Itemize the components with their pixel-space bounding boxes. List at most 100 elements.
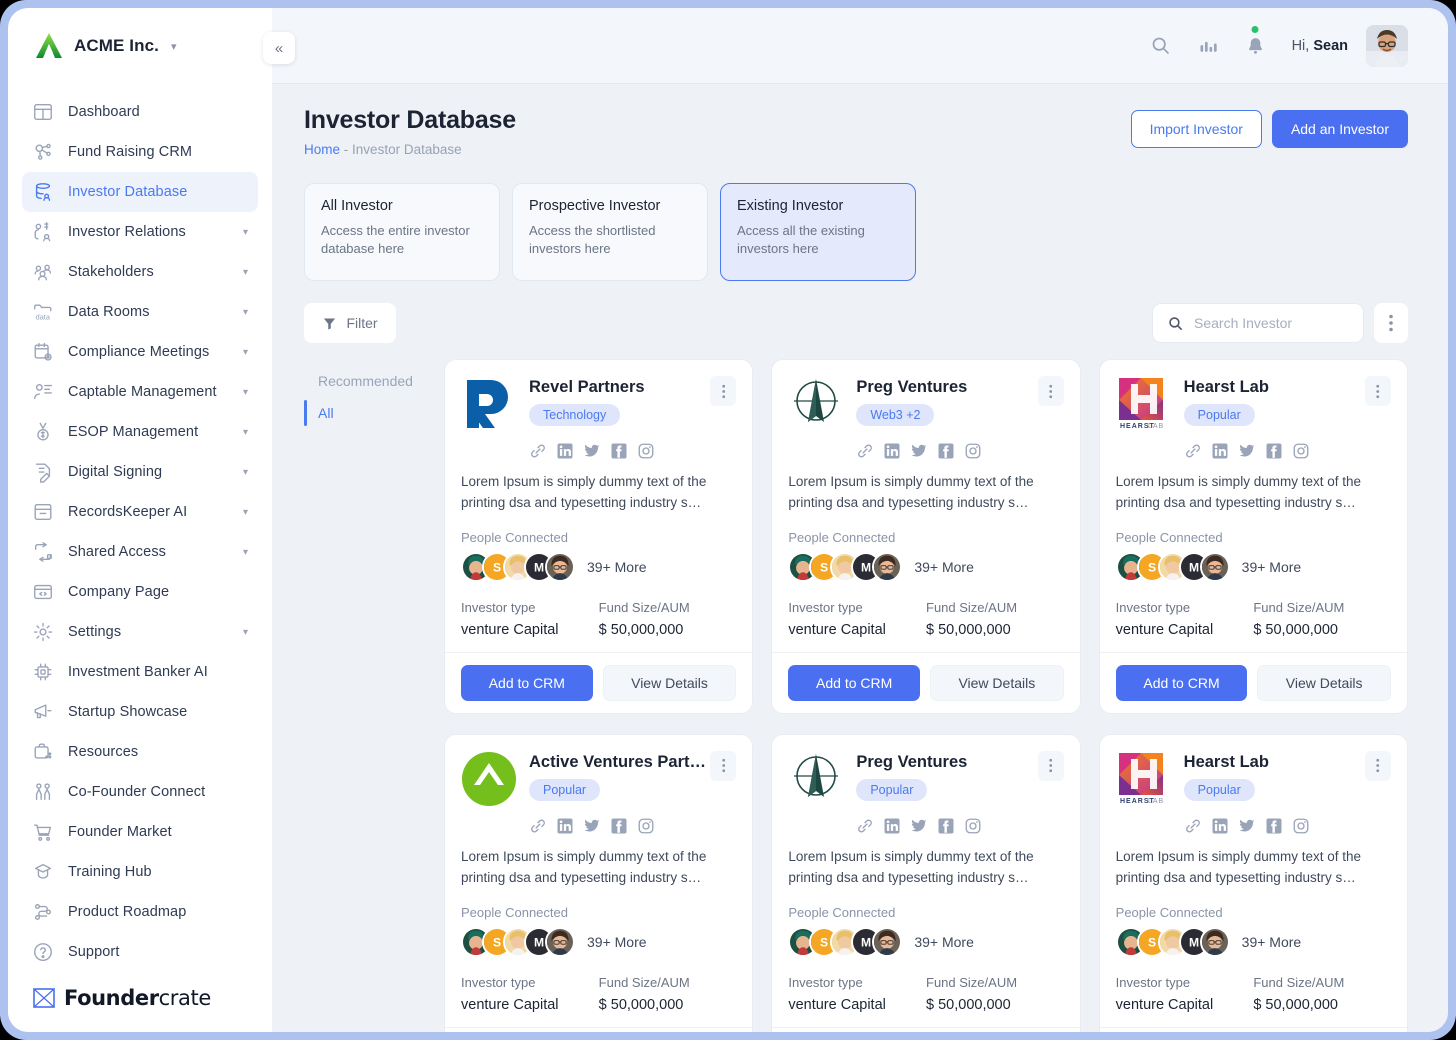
link-icon[interactable] [529,442,547,460]
instagram-icon[interactable] [964,442,982,460]
add-to-crm-button[interactable]: Add to CRM [1115,664,1248,701]
investor-card-more-button[interactable] [1365,750,1391,781]
twitter-icon[interactable] [583,817,601,835]
facebook-icon[interactable] [937,817,955,835]
investor-card-more-button[interactable] [1037,750,1064,781]
side-filter-recommended[interactable]: Recommended [304,365,444,397]
sidebar-collapse-button[interactable]: « [263,32,295,64]
view-details-button[interactable]: View Details [602,664,737,701]
investor-card-more-button[interactable] [1365,376,1391,406]
chevron-down-icon[interactable]: ▾ [243,467,248,478]
sidebar-item-company-page[interactable]: Company Page [22,572,258,612]
twitter-icon[interactable] [1238,442,1256,460]
segment-card-all-investor[interactable]: All Investor Access the entire investor d… [304,183,500,281]
chevron-down-icon[interactable]: ▾ [243,347,248,358]
sidebar-item-esop-management[interactable]: ESOP Management ▾ [22,412,258,452]
search-box[interactable] [1152,303,1364,343]
chevron-down-icon[interactable]: ▾ [243,387,248,398]
people-connected-more[interactable]: 39+ More [914,934,974,950]
linkedin-icon[interactable] [556,817,574,835]
sidebar-item-compliance-meetings[interactable]: Compliance Meetings ▾ [22,332,258,372]
bar-chart-icon[interactable] [1197,36,1219,56]
filter-button[interactable]: Filter [304,303,396,343]
sidebar-item-captable-management[interactable]: Captable Management ▾ [22,372,258,412]
people-connected-more[interactable]: 39+ More [1242,934,1302,950]
sidebar-item-startup-showcase[interactable]: Startup Showcase [22,692,258,732]
sidebar-item-investor-database[interactable]: Investor Database [22,172,258,212]
search-icon[interactable] [1150,35,1171,56]
side-filter-all[interactable]: All [304,397,444,429]
view-details-button[interactable]: View Details [930,664,1064,701]
add-to-crm-button[interactable]: Add to CRM [788,664,920,701]
sidebar-item-recordskeeper-ai[interactable]: RecordsKeeper AI ▾ [22,492,258,532]
sidebar-item-fund-raising-crm[interactable]: Fund Raising CRM [22,132,258,172]
avatar-group[interactable]: SM [1115,926,1230,957]
avatar-group[interactable]: SM [788,551,903,582]
linkedin-icon[interactable] [883,817,901,835]
sidebar-item-co-founder-connect[interactable]: Co-Founder Connect [22,772,258,812]
search-input[interactable] [1194,315,1349,331]
sidebar-item-investor-relations[interactable]: Investor Relations ▾ [22,212,258,252]
instagram-icon[interactable] [964,817,982,835]
view-details-button[interactable]: View Details [1257,664,1391,701]
avatar-group[interactable]: SM [461,926,575,957]
twitter-icon[interactable] [583,442,601,460]
facebook-icon[interactable] [937,442,955,460]
investor-card-more-button[interactable] [710,376,737,406]
sidebar-item-founder-market[interactable]: Founder Market [22,812,258,852]
linkedin-icon[interactable] [1211,817,1229,835]
linkedin-icon[interactable] [883,442,901,460]
instagram-icon[interactable] [1292,442,1310,460]
instagram-icon[interactable] [637,817,655,835]
chevron-down-icon[interactable]: ▾ [243,627,248,638]
chevron-down-icon[interactable]: ▾ [171,40,177,53]
investor-card-more-button[interactable] [710,750,737,781]
facebook-icon[interactable] [1265,817,1283,835]
chevron-down-icon[interactable]: ▾ [243,547,248,558]
import-investor-button[interactable]: Import Investor [1130,110,1262,148]
sidebar-item-data-rooms[interactable]: data Data Rooms ▾ [22,292,258,332]
investor-card-more-button[interactable] [1037,376,1064,406]
sidebar-item-shared-access[interactable]: Shared Access ▾ [22,532,258,572]
sidebar-item-resources[interactable]: Resources [22,732,258,772]
linkedin-icon[interactable] [1211,442,1229,460]
facebook-icon[interactable] [1265,442,1283,460]
link-icon[interactable] [856,817,874,835]
instagram-icon[interactable] [637,442,655,460]
link-icon[interactable] [1184,442,1202,460]
sidebar-item-stakeholders[interactable]: Stakeholders ▾ [22,252,258,292]
brand-selector[interactable]: ACME Inc. ▾ [8,8,272,84]
people-connected-more[interactable]: 39+ More [1242,559,1302,575]
segment-card-existing-investor[interactable]: Existing Investor Access all the existing… [720,183,916,281]
avatar-group[interactable]: SM [1115,551,1230,582]
twitter-icon[interactable] [910,817,928,835]
sidebar-item-investment-banker-ai[interactable]: Investment Banker AI [22,652,258,692]
linkedin-icon[interactable] [556,442,574,460]
chevron-down-icon[interactable]: ▾ [243,507,248,518]
sidebar-item-settings[interactable]: Settings ▾ [22,612,258,652]
link-icon[interactable] [529,817,547,835]
avatar-group[interactable]: SM [788,926,903,957]
chevron-down-icon[interactable]: ▾ [243,267,248,278]
sidebar-item-dashboard[interactable]: Dashboard [22,92,258,132]
bell-icon[interactable] [1245,25,1266,57]
sidebar-item-training-hub[interactable]: Training Hub [22,852,258,892]
people-connected-more[interactable]: 39+ More [914,559,974,575]
sidebar-item-digital-signing[interactable]: Digital Signing ▾ [22,452,258,492]
instagram-icon[interactable] [1292,817,1310,835]
chevron-down-icon[interactable]: ▾ [243,427,248,438]
link-icon[interactable] [1184,817,1202,835]
add-to-crm-button[interactable]: Add to CRM [461,664,593,701]
avatar[interactable] [1366,24,1408,67]
people-connected-more[interactable]: 39+ More [587,559,647,575]
segment-card-prospective-investor[interactable]: Prospective Investor Access the shortlist… [512,183,708,281]
toolbar-more-button[interactable] [1374,303,1408,343]
twitter-icon[interactable] [910,442,928,460]
chevron-down-icon[interactable]: ▾ [243,307,248,318]
facebook-icon[interactable] [610,442,628,460]
people-connected-more[interactable]: 39+ More [587,934,647,950]
facebook-icon[interactable] [610,817,628,835]
sidebar-item-product-roadmap[interactable]: Product Roadmap [22,892,258,932]
avatar-group[interactable]: SM [461,551,575,582]
breadcrumb-home-link[interactable]: Home [304,142,340,157]
